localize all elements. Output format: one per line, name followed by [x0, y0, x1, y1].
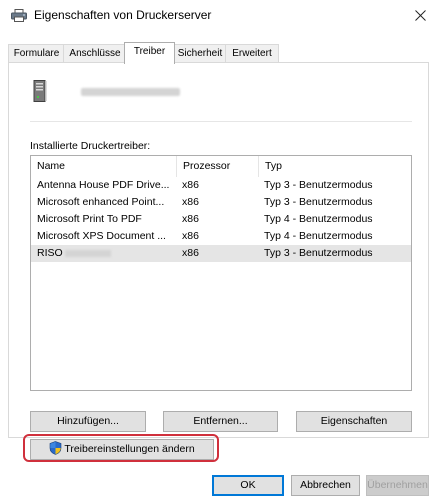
table-row-selected[interactable]: RISO x86 Typ 3 - Benutzermodus — [31, 245, 411, 262]
cell-type: Typ 4 - Benutzermodus — [264, 213, 373, 225]
cell-processor: x86 — [182, 213, 199, 225]
server-name — [81, 88, 180, 96]
column-header-type[interactable]: Typ — [259, 156, 411, 177]
server-icon — [33, 80, 47, 102]
close-icon — [414, 10, 426, 21]
cell-processor: x86 — [182, 196, 199, 208]
cell-type: Typ 3 - Benutzermodus — [264, 196, 373, 208]
uac-shield-icon — [50, 441, 62, 456]
cell-processor: x86 — [182, 230, 199, 242]
table-row[interactable]: Microsoft Print To PDF x86 Typ 4 - Benut… — [31, 211, 411, 228]
divider — [30, 121, 412, 122]
cell-processor: x86 — [182, 247, 199, 259]
change-driver-settings-label: Treibereinstellungen ändern — [64, 443, 195, 455]
window-title: Eigenschaften von Druckerserver — [34, 8, 212, 22]
list-header: Name Prozessor Typ — [31, 156, 411, 177]
tab-sicherheit[interactable]: Sicherheit — [172, 44, 228, 63]
remove-driver-button[interactable]: Entfernen... — [163, 411, 278, 432]
close-button[interactable] — [403, 0, 437, 31]
cell-name: Microsoft XPS Document ... — [37, 230, 166, 242]
change-driver-settings-button[interactable]: Treibereinstellungen ändern — [30, 439, 214, 460]
column-header-name[interactable]: Name — [31, 156, 177, 177]
cell-name: RISO — [37, 245, 177, 262]
tab-erweitert[interactable]: Erweitert — [225, 44, 279, 63]
add-driver-button[interactable]: Hinzufügen... — [30, 411, 146, 432]
cell-type: Typ 3 - Benutzermodus — [264, 247, 373, 259]
driver-list[interactable]: Name Prozessor Typ Antenna House PDF Dri… — [30, 155, 412, 391]
table-row[interactable]: Antenna House PDF Drive... x86 Typ 3 - B… — [31, 177, 411, 194]
cell-name: Antenna House PDF Drive... — [37, 179, 170, 191]
cell-type: Typ 3 - Benutzermodus — [264, 179, 373, 191]
cell-name-text: RISO — [37, 247, 63, 259]
table-row[interactable]: Microsoft XPS Document ... x86 Typ 4 - B… — [31, 228, 411, 245]
tab-anschluesse[interactable]: Anschlüsse — [63, 44, 127, 63]
table-row[interactable]: Microsoft enhanced Point... x86 Typ 3 - … — [31, 194, 411, 211]
column-header-processor[interactable]: Prozessor — [177, 156, 259, 177]
section-label: Installierte Druckertreiber: — [30, 140, 151, 152]
cell-type: Typ 4 - Benutzermodus — [264, 230, 373, 242]
title-bar: Eigenschaften von Druckerserver — [0, 0, 437, 31]
tab-treiber[interactable]: Treiber — [124, 42, 175, 64]
cancel-button[interactable]: Abbrechen — [291, 475, 360, 496]
redacted-text — [64, 249, 111, 257]
cell-name: Microsoft Print To PDF — [37, 213, 142, 225]
printer-icon — [11, 9, 27, 22]
apply-button: Übernehmen — [366, 475, 429, 496]
ok-button[interactable]: OK — [212, 475, 284, 496]
cell-processor: x86 — [182, 179, 199, 191]
tab-formulare[interactable]: Formulare — [8, 44, 65, 63]
cell-name: Microsoft enhanced Point... — [37, 196, 165, 208]
driver-properties-button[interactable]: Eigenschaften — [296, 411, 412, 432]
